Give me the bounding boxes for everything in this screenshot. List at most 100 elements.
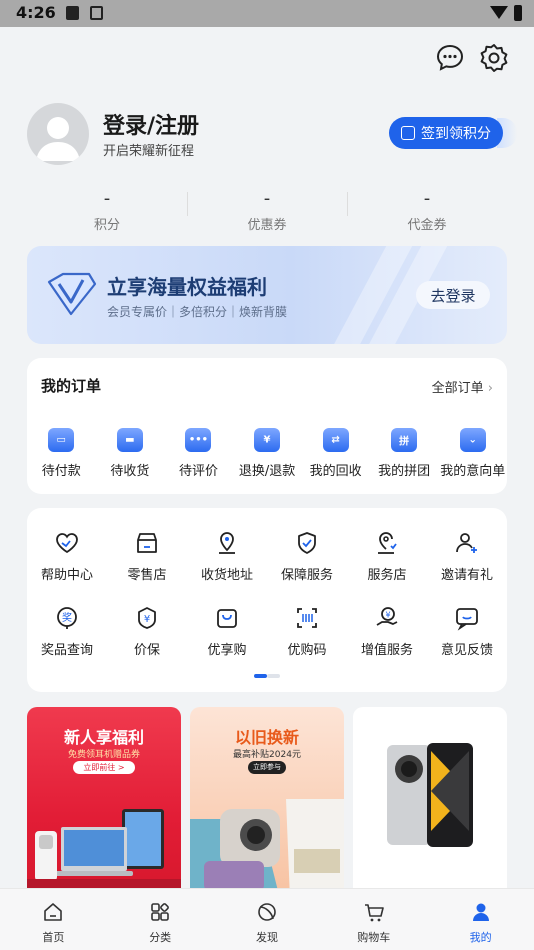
stat-points[interactable]: - 积分 bbox=[27, 188, 187, 238]
bottom-tab-bar: 首页 分类 发现 购物车 我的 bbox=[0, 888, 534, 950]
service-retail-store[interactable]: 零售店 bbox=[107, 530, 187, 583]
service-label: 增值服务 bbox=[360, 643, 413, 658]
stat-label: 代金券 bbox=[407, 218, 447, 233]
promo-button[interactable]: 立即前往 > bbox=[73, 761, 135, 774]
checkin-label: 签到领积分 bbox=[421, 126, 491, 142]
wallet-icon: ▭ bbox=[48, 428, 75, 452]
service-price-protection[interactable]: ¥ 价保 bbox=[107, 605, 187, 658]
service-purchase-code[interactable]: 优购码 bbox=[267, 605, 347, 658]
promo-title: 以旧换新 bbox=[234, 728, 299, 747]
service-label: 优享购 bbox=[207, 643, 247, 658]
page-indicator bbox=[254, 674, 280, 678]
tab-discover[interactable]: 发现 bbox=[214, 889, 321, 950]
order-label: 待收货 bbox=[110, 464, 150, 479]
service-protection[interactable]: 保障服务 bbox=[267, 530, 347, 583]
stat-value: - bbox=[423, 188, 431, 209]
tab-mine[interactable]: 我的 bbox=[427, 889, 534, 950]
status-time: 4:26 bbox=[16, 3, 56, 22]
tab-label: 购物车 bbox=[357, 931, 391, 944]
tab-label: 发现 bbox=[255, 931, 278, 944]
code-icon bbox=[297, 608, 317, 628]
service-feedback[interactable]: 意见反馈 bbox=[427, 605, 507, 658]
orders-title: 我的订单 bbox=[41, 377, 102, 395]
default-avatar-icon bbox=[36, 117, 80, 161]
service-label: 帮助中心 bbox=[40, 568, 93, 583]
wifi-icon bbox=[490, 6, 508, 19]
value-added-icon: ¥ bbox=[376, 607, 398, 626]
order-label: 我的意向单 bbox=[440, 464, 506, 479]
trade-in-illustration-icon bbox=[190, 799, 344, 892]
all-orders-label: 全部订单 bbox=[431, 381, 484, 396]
wishlist-icon: ⌄ bbox=[459, 428, 486, 452]
stat-vouchers[interactable]: - 代金券 bbox=[347, 188, 507, 238]
tab-label: 我的 bbox=[469, 931, 492, 944]
promo-trade-in[interactable]: 以旧换新 最高补贴2024元 立即参与 bbox=[190, 707, 344, 892]
recycle-icon: ⇄ bbox=[322, 428, 349, 452]
all-orders-link[interactable]: 全部订单 › bbox=[432, 377, 493, 396]
member-banner[interactable]: 立享海量权益福利 会员专属价｜多倍积分｜焕新背膜 去登录 bbox=[27, 246, 507, 344]
gear-icon[interactable] bbox=[478, 42, 510, 74]
comment-icon: ••• bbox=[185, 428, 212, 452]
service-label: 服务店 bbox=[367, 568, 407, 583]
service-invite[interactable]: 邀请有礼 bbox=[427, 530, 507, 583]
order-label: 我的拼团 bbox=[378, 464, 431, 479]
chevron-right-icon: › bbox=[487, 381, 493, 396]
stat-label: 积分 bbox=[93, 218, 120, 233]
devices-illustration-icon bbox=[27, 809, 181, 892]
service-help-center[interactable]: 帮助中心 bbox=[27, 530, 107, 583]
order-pending-payment[interactable]: ▭ 待付款 bbox=[27, 428, 96, 479]
checkin-button[interactable]: 签到领积分 bbox=[389, 117, 503, 149]
banner-login-button[interactable]: 去登录 bbox=[416, 281, 490, 309]
shield-icon bbox=[298, 532, 316, 554]
tab-home[interactable]: 首页 bbox=[0, 889, 107, 950]
service-label: 意见反馈 bbox=[440, 643, 493, 658]
member-badge-icon bbox=[47, 272, 97, 316]
svg-text:¥: ¥ bbox=[144, 614, 150, 625]
promo-button[interactable]: 立即参与 bbox=[248, 761, 286, 774]
price-protect-icon: ¥ bbox=[138, 607, 156, 629]
order-refund[interactable]: ¥ 退换/退款 bbox=[233, 428, 302, 479]
truck-icon: ▬ bbox=[116, 428, 143, 452]
order-pending-delivery[interactable]: ▬ 待收货 bbox=[96, 428, 165, 479]
service-address[interactable]: 收货地址 bbox=[187, 530, 267, 583]
svg-text:奖: 奖 bbox=[62, 611, 72, 624]
order-recycle[interactable]: ⇄ 我的回收 bbox=[301, 428, 370, 479]
tab-label: 分类 bbox=[149, 931, 172, 944]
order-group-buy[interactable]: 拼 我的拼团 bbox=[370, 428, 439, 479]
battery-icon bbox=[514, 5, 522, 21]
order-pending-review[interactable]: ••• 待评价 bbox=[164, 428, 233, 479]
stat-label: 优惠券 bbox=[247, 218, 287, 233]
service-value-added[interactable]: ¥ 增值服务 bbox=[347, 605, 427, 658]
login-register-link[interactable]: 登录/注册 bbox=[103, 108, 199, 140]
service-label: 收货地址 bbox=[200, 568, 253, 583]
tab-cart[interactable]: 购物车 bbox=[320, 889, 427, 950]
category-icon bbox=[151, 903, 170, 921]
order-wishlist[interactable]: ⌄ 我的意向单 bbox=[438, 428, 507, 479]
order-label: 待评价 bbox=[178, 464, 218, 479]
cart-icon bbox=[364, 904, 384, 922]
prize-icon: 奖 bbox=[57, 607, 77, 629]
shopping-bag-icon bbox=[217, 609, 237, 628]
help-heart-icon bbox=[56, 533, 78, 554]
promo-new-user[interactable]: 新人享福利 免费领耳机赠品券 立即前往 > bbox=[27, 707, 181, 892]
page-dot-active bbox=[254, 674, 267, 678]
invite-icon bbox=[456, 533, 477, 553]
service-prize-query[interactable]: 奖 奖品查询 bbox=[27, 605, 107, 658]
promo-title: 新人享福利 bbox=[63, 728, 144, 747]
avatar[interactable] bbox=[27, 103, 89, 165]
user-icon bbox=[472, 903, 489, 921]
promo-phone[interactable] bbox=[353, 707, 507, 892]
tab-category[interactable]: 分类 bbox=[107, 889, 214, 950]
service-service-store[interactable]: 服务店 bbox=[347, 530, 427, 583]
store-icon bbox=[137, 533, 157, 553]
group-buy-icon: 拼 bbox=[391, 428, 418, 452]
services-card: 帮助中心 零售店 收货地址 保障服务 服务店 邀请有礼 奖 奖品查询 ¥ 价保 … bbox=[27, 508, 507, 692]
message-icon[interactable] bbox=[434, 42, 466, 74]
feedback-icon bbox=[456, 608, 478, 631]
stat-value: - bbox=[263, 188, 271, 209]
service-label: 零售店 bbox=[127, 568, 167, 583]
tab-label: 首页 bbox=[42, 931, 65, 944]
stat-coupons[interactable]: - 优惠券 bbox=[187, 188, 347, 238]
phone-product-icon bbox=[387, 743, 473, 847]
service-premium-purchase[interactable]: 优享购 bbox=[187, 605, 267, 658]
